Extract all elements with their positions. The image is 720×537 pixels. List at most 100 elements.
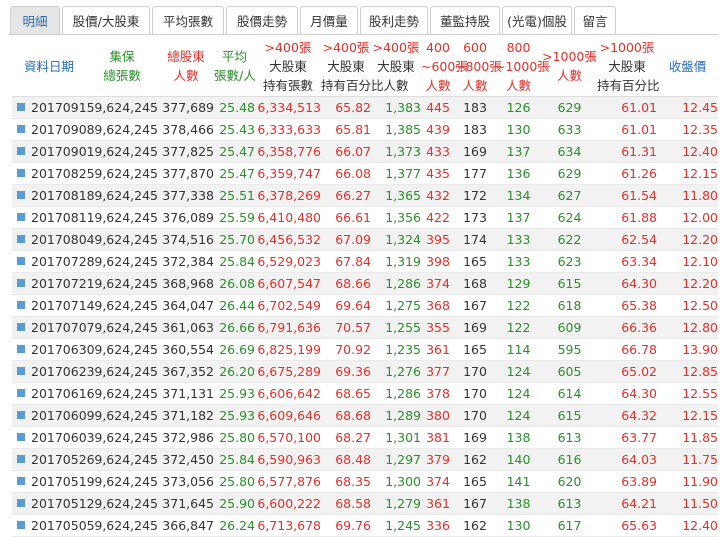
- cell-close-price: 12.35: [657, 118, 718, 141]
- cell-over400-held-lots: 6,410,480: [255, 206, 321, 229]
- cell-custody-total-lots: 9,624,245: [86, 382, 158, 405]
- row-marker-icon: [17, 389, 25, 397]
- header-line: 人數: [462, 77, 488, 93]
- header-line: >1000張: [542, 49, 597, 64]
- row-marker-icon: [17, 499, 25, 507]
- cell-custody-total-lots: 9,624,245: [86, 514, 158, 537]
- row-marker-icon: [17, 433, 25, 441]
- header-over400-held-pct: >400張 大股東 持有百分比: [321, 36, 384, 97]
- row-marker-icon: [17, 411, 25, 419]
- tab-average-lots[interactable]: 平均張數: [152, 6, 224, 34]
- cell-over400-held-lots: 6,825,199: [255, 338, 321, 361]
- cell-400-600-holders: 361: [421, 338, 455, 361]
- cell-over1000-holders: 629: [542, 162, 597, 185]
- row-marker-icon: [17, 279, 25, 287]
- header-line: ~600張: [421, 58, 468, 74]
- tab-price-trend[interactable]: 股價走勢: [226, 6, 298, 34]
- cell-total-holders: 372,986: [158, 426, 214, 449]
- tab-director-holdings[interactable]: 董監持股: [430, 6, 500, 34]
- tab-monthly-volume[interactable]: 月價量: [300, 6, 358, 34]
- date-text: 20170707: [31, 320, 95, 335]
- header-line: 大股東: [269, 58, 307, 74]
- date-text: 20170505: [31, 518, 95, 533]
- cell-close-price: 12.20: [657, 272, 718, 295]
- date-text: 20170623: [31, 364, 95, 379]
- cell-avg-lots-per-holder: 25.59: [214, 206, 255, 229]
- cell-custody-total-lots: 9,624,245: [86, 250, 158, 273]
- cell-800-1000-holders: 124: [495, 404, 542, 427]
- row-marker-icon: [17, 147, 25, 155]
- cell-over400-holders: 1,275: [371, 294, 421, 317]
- cell-800-1000-holders: 130: [495, 514, 542, 537]
- cell-800-1000-holders: 122: [495, 316, 542, 339]
- date-text: 20170721: [31, 276, 95, 291]
- tab-price-major-holders[interactable]: 股價/大股東: [62, 6, 150, 34]
- cell-800-1000-holders: 137: [495, 206, 542, 229]
- cell-over400-held-lots: 6,577,876: [255, 470, 321, 493]
- cell-over400-held-lots: 6,334,513: [255, 96, 321, 119]
- row-marker-icon: [17, 257, 25, 265]
- cell-800-1000-holders: 130: [495, 118, 542, 141]
- cell-date: 20170714: [12, 294, 95, 317]
- cell-custody-total-lots: 9,624,245: [86, 448, 158, 471]
- cell-400-600-holders: 432: [421, 184, 455, 207]
- cell-over1000-held-pct: 65.63: [597, 514, 657, 537]
- tab-comments[interactable]: 留言: [574, 6, 616, 34]
- tab-optoelectronics-stocks[interactable]: (光電)個股: [502, 6, 572, 34]
- cell-over1000-holders: 623: [542, 250, 597, 273]
- cell-custody-total-lots: 9,624,245: [86, 162, 158, 185]
- cell-close-price: 11.50: [657, 492, 718, 515]
- cell-avg-lots-per-holder: 25.43: [214, 118, 255, 141]
- cell-over1000-held-pct: 65.38: [597, 294, 657, 317]
- cell-400-600-holders: 439: [421, 118, 455, 141]
- cell-close-price: 12.15: [657, 162, 718, 185]
- cell-date: 20170908: [12, 118, 95, 141]
- cell-custody-total-lots: 9,624,245: [86, 206, 158, 229]
- cell-close-price: 12.85: [657, 360, 718, 383]
- cell-over400-holders: 1,255: [371, 316, 421, 339]
- row-marker-icon: [17, 301, 25, 309]
- tab-dividend-trend[interactable]: 股利走勢: [360, 6, 428, 34]
- row-marker-icon: [17, 477, 25, 485]
- header-line: 大股東: [377, 58, 415, 74]
- tab-detail[interactable]: 明細: [10, 6, 60, 34]
- cell-date: 20170623: [12, 360, 95, 383]
- cell-over1000-held-pct: 64.32: [597, 404, 657, 427]
- cell-close-price: 12.45: [657, 96, 718, 119]
- header-line: 400: [426, 39, 450, 55]
- cell-over400-held-pct: 66.61: [321, 206, 371, 229]
- header-line: 600: [463, 39, 487, 55]
- cell-800-1000-holders: 140: [495, 448, 542, 471]
- table-row: 20170630 9,624,245 360,554 26.69 6,825,199 70…: [12, 338, 718, 361]
- cell-over400-held-lots: 6,529,023: [255, 250, 321, 273]
- cell-date: 20170630: [12, 338, 95, 361]
- header-line: 平均: [221, 49, 247, 64]
- cell-custody-total-lots: 9,624,245: [86, 184, 158, 207]
- cell-over1000-holders: 627: [542, 184, 597, 207]
- cell-over400-holders: 1,286: [371, 272, 421, 295]
- date-text: 20170616: [31, 386, 95, 401]
- cell-over400-holders: 1,297: [371, 448, 421, 471]
- date-text: 20170512: [31, 496, 95, 511]
- header-total-holders: 總股東 人數: [158, 36, 214, 97]
- cell-over400-held-pct: 66.08: [321, 162, 371, 185]
- cell-800-1000-holders: 137: [495, 140, 542, 163]
- header-line: ~1000張: [495, 58, 550, 74]
- cell-date: 20170901: [12, 140, 95, 163]
- cell-avg-lots-per-holder: 25.84: [214, 250, 255, 273]
- cell-total-holders: 371,182: [158, 404, 214, 427]
- cell-over1000-holders: 617: [542, 514, 597, 537]
- tab-bar: 明細 股價/大股東 平均張數 股價走勢 月價量 股利走勢 董監持股 (光電)個股 留言: [10, 6, 618, 34]
- cell-over1000-held-pct: 63.89: [597, 470, 657, 493]
- cell-over1000-held-pct: 66.36: [597, 316, 657, 339]
- cell-400-600-holders: 379: [421, 448, 455, 471]
- cell-800-1000-holders: 136: [495, 162, 542, 185]
- row-marker-icon: [17, 169, 25, 177]
- cell-close-price: 12.20: [657, 228, 718, 251]
- cell-over1000-holders: 618: [542, 294, 597, 317]
- header-line: ~800張: [455, 58, 502, 74]
- cell-total-holders: 377,825: [158, 140, 214, 163]
- cell-600-800-holders: 162: [455, 514, 495, 537]
- header-custody-total-lots: 集保 總張數: [86, 36, 158, 97]
- cell-close-price: 12.40: [657, 140, 718, 163]
